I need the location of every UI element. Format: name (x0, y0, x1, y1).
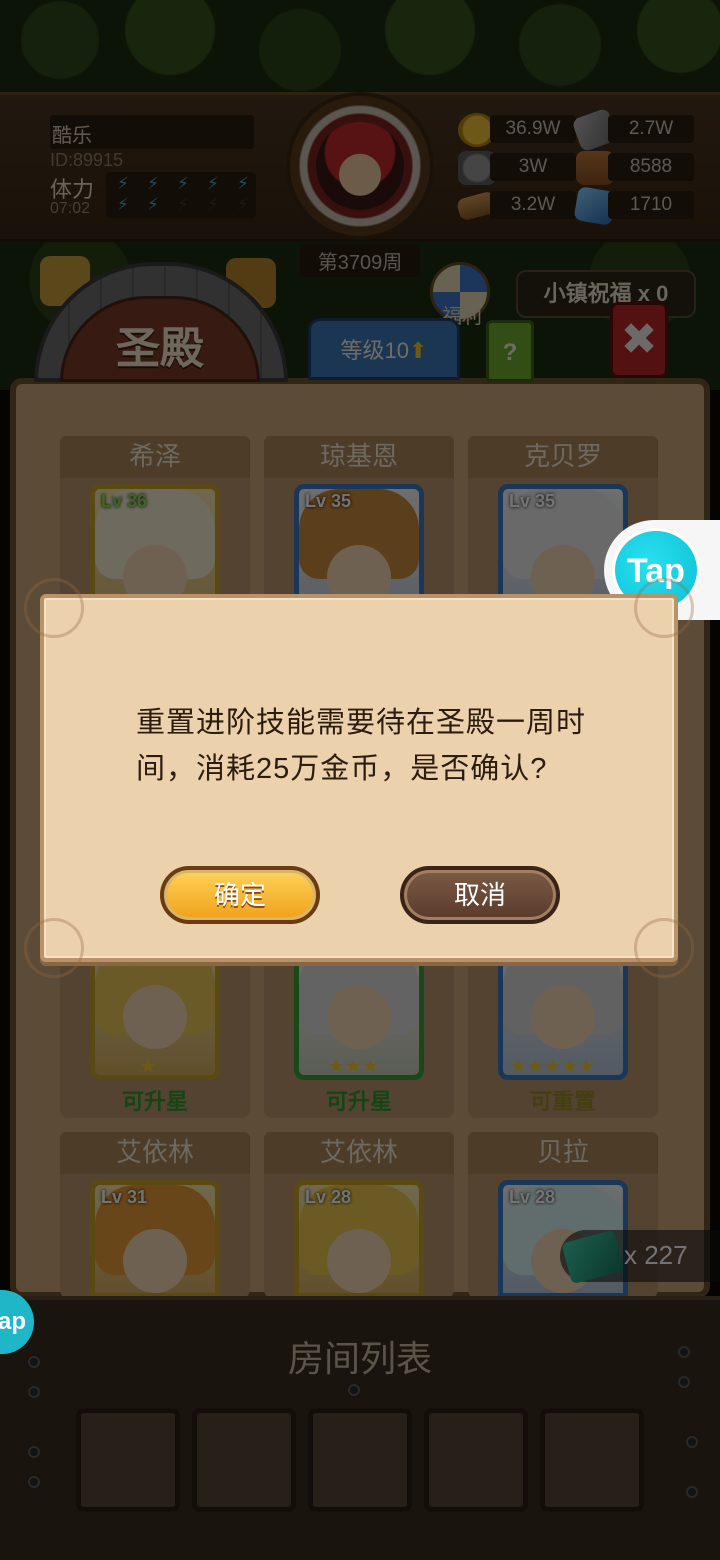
dialog-ornament (634, 918, 694, 978)
stamina-bolts: ⚡ ⚡ ⚡ ⚡ ⚡ ⚡ ⚡ ⚡ ⚡ ⚡ (106, 172, 256, 218)
lightning-icon: ⚡ (117, 195, 129, 214)
lightning-icon: ⚡ (177, 174, 189, 193)
hero-stars: ★ (140, 1056, 158, 1076)
cancel-button[interactable]: 取消 (400, 866, 560, 924)
lightning-icon: ⚡ (147, 195, 159, 214)
rivet (348, 1384, 360, 1396)
week-counter: 第3709周 (300, 244, 420, 277)
lightning-empty-icon: ⚡ (177, 195, 189, 214)
player-id: ID:89915 (50, 150, 124, 170)
hero-status: 可重置 (529, 1089, 596, 1114)
hero-portrait[interactable]: Lv 31 (90, 1180, 220, 1298)
rivet (28, 1356, 40, 1368)
stamina-timer: 07:02 (50, 200, 91, 217)
rivet (686, 1486, 698, 1498)
room-slot[interactable] (192, 1408, 296, 1512)
help-button[interactable]: ? (486, 320, 534, 382)
hero-status: 可升星 (121, 1089, 188, 1114)
brick-value: 8588 (608, 153, 694, 181)
dialog-ornament (634, 578, 694, 638)
gem-count: x 227 (624, 1240, 688, 1270)
room-list-title: 房间列表 (287, 1338, 432, 1379)
rivet (686, 1436, 698, 1448)
wood-value: 3.2W (490, 191, 576, 219)
hero-portrait[interactable]: Lv 28 (294, 1180, 424, 1298)
hero-face (327, 985, 391, 1049)
level-tab[interactable]: 等级10⬆ (308, 318, 460, 380)
room-slot[interactable] (76, 1408, 180, 1512)
resource-brick[interactable]: 8588 (576, 151, 694, 185)
hero-level: Lv 36 (101, 491, 148, 511)
rivet (28, 1386, 40, 1398)
hero-name: 贝拉 (468, 1132, 658, 1174)
room-slot[interactable] (308, 1408, 412, 1512)
rivet (678, 1376, 690, 1388)
hero-level: Lv 35 (509, 491, 556, 511)
dialog-ornament (24, 578, 84, 638)
lightning-icon: ⚡ (207, 174, 219, 193)
resource-stone[interactable]: 3W (458, 151, 576, 185)
player-name[interactable]: 酷乐 (50, 115, 254, 149)
hero-face (123, 985, 187, 1049)
lightning-icon: ⚡ (147, 174, 159, 193)
hero-face (531, 985, 595, 1049)
hero-status: 可升星 (325, 1089, 392, 1114)
dialog-ornament (24, 918, 84, 978)
hero-name: 希泽 (60, 436, 250, 478)
gem-counter[interactable]: x 227 (560, 1229, 720, 1285)
resource-wood[interactable]: 3.2W (455, 190, 576, 222)
confirm-button[interactable]: 确定 (160, 866, 320, 924)
hero-name: 艾依林 (60, 1132, 250, 1174)
hero-name: 琼基恩 (264, 436, 454, 478)
hero-name: 艾依林 (264, 1132, 454, 1174)
gold-value: 36.9W (490, 115, 576, 143)
gem-icon (561, 1229, 625, 1285)
dialog-message-line: 间，消耗25万金币，是否确认? (136, 753, 548, 785)
arrow-up-icon: ⬆ (409, 338, 428, 363)
dialog-message: 重置进阶技能需要待在圣殿一周时 间，消耗25万金币，是否确认? (88, 700, 628, 792)
room-slot[interactable] (424, 1408, 528, 1512)
iron-value: 2.7W (608, 115, 694, 143)
crystal-value: 1710 (608, 191, 694, 219)
close-icon: ✖ (620, 315, 658, 364)
hero-name: 克贝罗 (468, 436, 658, 478)
hero-stars: ★★★★★ (510, 1056, 596, 1076)
hero-level: Lv 31 (101, 1187, 148, 1207)
resource-iron[interactable]: 2.7W (571, 107, 694, 153)
lightning-empty-icon: ⚡ (207, 195, 219, 214)
resource-crystal[interactable]: 1710 (573, 185, 694, 227)
stone-value: 3W (490, 153, 576, 181)
rivet (28, 1446, 40, 1458)
hero-level: Lv 28 (305, 1187, 352, 1207)
hero-face (327, 1229, 391, 1293)
level-label: 等级10 (340, 338, 410, 363)
rivet (28, 1476, 40, 1488)
close-button[interactable]: ✖ (610, 302, 668, 378)
hero-face (123, 1229, 187, 1293)
hero-level: Lv 35 (305, 491, 352, 511)
rivet (678, 1346, 690, 1358)
hero-stars: ★★★ (328, 1056, 380, 1076)
page-title: 圣殿 (116, 324, 204, 373)
resource-gold[interactable]: 36.9W (458, 113, 576, 147)
avatar[interactable] (316, 122, 404, 210)
hero-level: Lv 28 (509, 1187, 556, 1207)
lightning-icon: ⚡ (117, 174, 129, 193)
lightning-empty-icon: ⚡ (237, 195, 249, 214)
town-blessing-button[interactable]: 小镇祝福 x 0 (516, 270, 696, 318)
dialog-message-line: 重置进阶技能需要待在圣殿一周时 (136, 707, 587, 739)
lightning-icon: ⚡ (237, 174, 249, 193)
room-slot[interactable] (540, 1408, 644, 1512)
